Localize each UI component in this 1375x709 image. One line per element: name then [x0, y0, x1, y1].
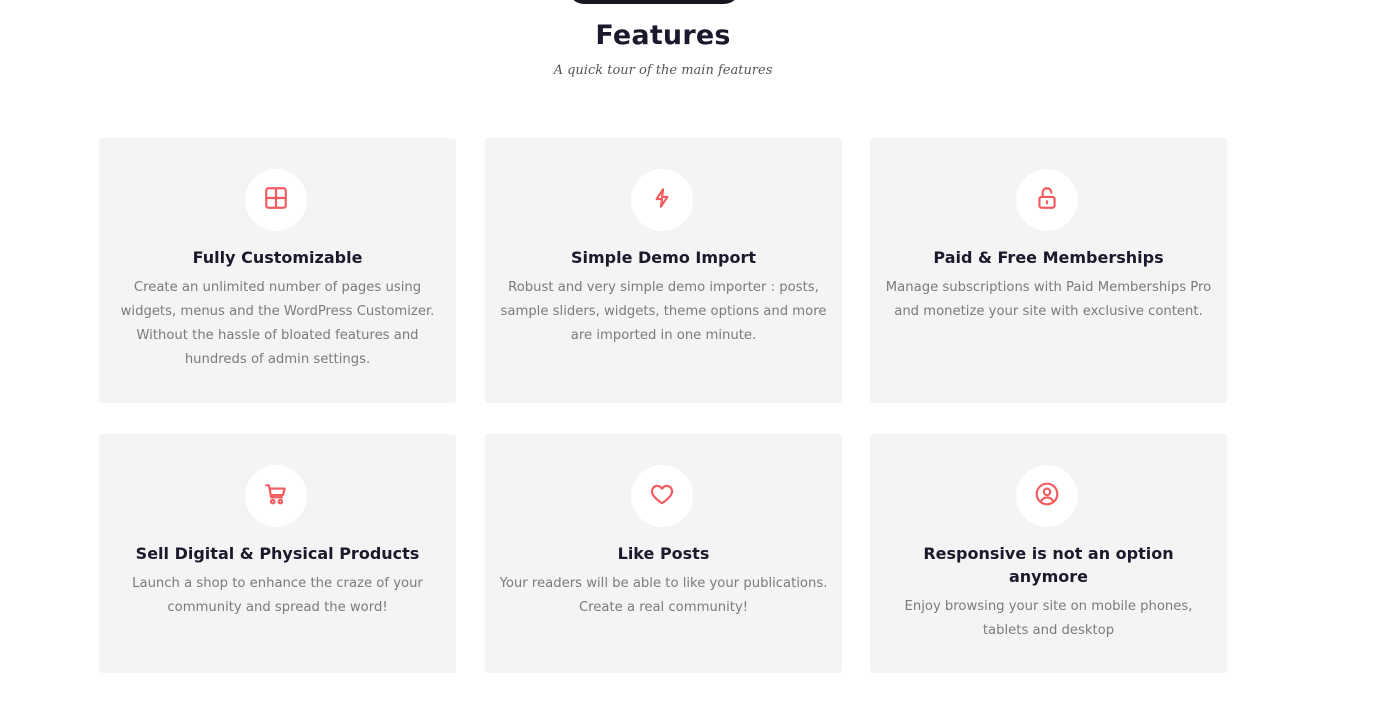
layout-icon — [263, 185, 289, 215]
feature-title: Paid & Free Memberships — [933, 248, 1164, 267]
feature-title: Responsive is not an option anymore — [923, 544, 1174, 586]
feature-card-sell-products: Sell Digital & Physical Products Launch … — [99, 434, 456, 673]
feature-description: Enjoy browsing your site on mobile phone… — [904, 599, 1193, 638]
section-subtitle: A quick tour of the main features — [553, 63, 773, 78]
feature-title: Like Posts — [617, 544, 710, 563]
feature-card-like-posts: Like Posts Your readers will be able to … — [485, 434, 842, 673]
feature-card-fully-customizable: Fully Customizable Create an unlimited n… — [99, 138, 456, 403]
feature-title: Simple Demo Import — [570, 248, 756, 267]
feature-description: Create an unlimited number of pages usin… — [120, 280, 435, 367]
feature-description: Your readers will be able to like your p… — [499, 576, 828, 615]
feature-description: Launch a shop to enhance the craze of yo… — [132, 576, 423, 615]
feature-icon-circle — [245, 169, 307, 231]
feature-icon-circle — [631, 169, 693, 231]
user-circle-icon — [1034, 481, 1060, 511]
heart-icon — [649, 481, 675, 511]
feature-icon-circle — [1016, 169, 1078, 231]
shopping-cart-icon — [263, 481, 289, 511]
feature-card-simple-demo-import: Simple Demo Import Robust and very simpl… — [485, 138, 842, 403]
lightning-icon — [649, 185, 675, 215]
section-title: Features — [595, 20, 731, 51]
section-header: Features A quick tour of the main featur… — [0, 18, 1326, 80]
feature-icon-circle — [245, 465, 307, 527]
feature-title: Fully Customizable — [192, 248, 363, 267]
feature-card-responsive: Responsive is not an option anymore Enjo… — [870, 434, 1227, 673]
feature-title: Sell Digital & Physical Products — [135, 544, 420, 563]
feature-icon-circle — [1016, 465, 1078, 527]
top-button-edge[interactable] — [568, 0, 740, 4]
unlock-icon — [1034, 185, 1060, 215]
feature-card-memberships: Paid & Free Memberships Manage subscript… — [870, 138, 1227, 403]
feature-description: Robust and very simple demo importer : p… — [500, 280, 827, 343]
feature-description: Manage subscriptions with Paid Membershi… — [885, 280, 1212, 319]
feature-icon-circle — [631, 465, 693, 527]
